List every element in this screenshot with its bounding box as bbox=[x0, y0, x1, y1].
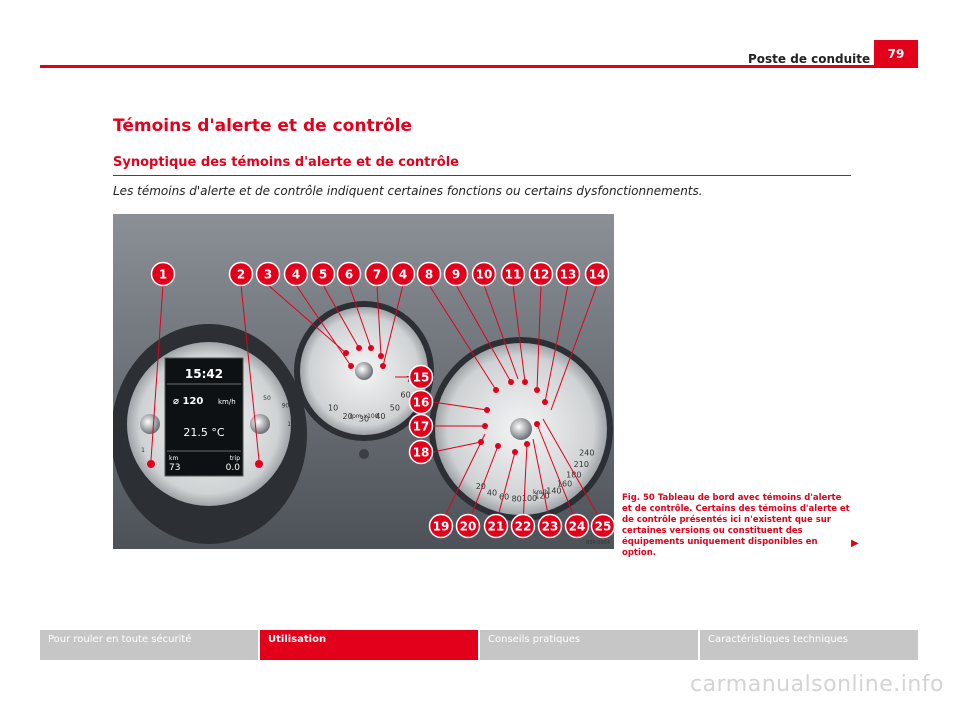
tick-label: 50 bbox=[390, 403, 400, 412]
tick-label: 0 bbox=[123, 439, 127, 446]
callout-9: 9 bbox=[443, 261, 469, 287]
dashboard-figure: 15:42 ⌀ 120 km/h 21.5 °C km 73 trip 0.0 … bbox=[113, 214, 614, 549]
callout-label: 19 bbox=[433, 520, 450, 534]
callout-25: 25 bbox=[590, 513, 614, 539]
callout-16: 16 bbox=[408, 389, 434, 415]
callout-label: 7 bbox=[373, 268, 381, 282]
callout-label: 4 bbox=[292, 268, 300, 282]
callout-5: 5 bbox=[310, 261, 336, 287]
callout-label: 9 bbox=[452, 268, 460, 282]
callout-14: 14 bbox=[584, 261, 610, 287]
tick-label: 1/2 bbox=[113, 421, 122, 428]
lcd-time: 15:42 bbox=[185, 367, 223, 381]
tick-label: 50 bbox=[263, 395, 271, 402]
callout-15: 15 bbox=[408, 364, 434, 390]
callout-24: 24 bbox=[564, 513, 590, 539]
tick-label: 10 bbox=[328, 403, 338, 412]
callout-18: 18 bbox=[408, 439, 434, 465]
callout-label: 18 bbox=[413, 446, 430, 460]
callout-label: 14 bbox=[589, 268, 606, 282]
footer-navigation: Pour rouler en toute sécurité Utilisatio… bbox=[40, 630, 918, 660]
tick-label: 210 bbox=[574, 460, 589, 469]
callout-20: 20 bbox=[455, 513, 481, 539]
callout-12: 12 bbox=[528, 261, 554, 287]
running-header: Poste de conduite bbox=[748, 52, 871, 66]
temp-gauge-hub bbox=[250, 414, 270, 434]
footer-tab-utilisation[interactable]: Utilisation bbox=[260, 630, 480, 660]
subsection-title: Synoptique des témoins d'alerte et de co… bbox=[113, 155, 459, 170]
speedo-hub bbox=[510, 418, 532, 440]
callout-11: 11 bbox=[500, 261, 526, 287]
tick-label: 60 bbox=[401, 391, 411, 400]
continue-arrow-icon: ▶ bbox=[851, 538, 859, 549]
footer-tab-conseils[interactable]: Conseils pratiques bbox=[480, 630, 700, 660]
callout-label: 5 bbox=[319, 268, 327, 282]
callout-8: 8 bbox=[416, 261, 442, 287]
callout-label: 3 bbox=[264, 268, 272, 282]
callout-label: 4 bbox=[399, 268, 407, 282]
subsection-rule bbox=[113, 175, 851, 176]
figure-reference-code: B5P-0654 bbox=[586, 540, 610, 546]
reset-button bbox=[359, 449, 369, 459]
rpm-unit-label: rpm x100 bbox=[349, 413, 378, 420]
callout-label: 11 bbox=[505, 268, 522, 282]
callout-10: 10 bbox=[471, 261, 497, 287]
callout-label: 13 bbox=[560, 268, 577, 282]
callout-label: 12 bbox=[533, 268, 550, 282]
callout-label: 25 bbox=[595, 520, 612, 534]
callout-label: 21 bbox=[488, 520, 505, 534]
lcd-speed-unit: km/h bbox=[218, 398, 236, 406]
callout-label: 22 bbox=[515, 520, 532, 534]
callout-label: 8 bbox=[425, 268, 433, 282]
callout-label: 24 bbox=[569, 520, 586, 534]
lcd-temp: 21.5 °C bbox=[183, 426, 224, 439]
callout-2: 2 bbox=[228, 261, 254, 287]
footer-tab-securite[interactable]: Pour rouler en toute sécurité bbox=[40, 630, 260, 660]
callout-13: 13 bbox=[555, 261, 581, 287]
callout-19: 19 bbox=[428, 513, 454, 539]
rpm-hub bbox=[355, 362, 373, 380]
intro-text: Les témoins d'alerte et de contrôle indi… bbox=[113, 184, 703, 198]
lcd-km-value: 73 bbox=[169, 463, 180, 473]
figure-caption: Fig. 50 Tableau de bord avec témoins d'a… bbox=[622, 493, 850, 558]
tick-label: 240 bbox=[579, 449, 594, 458]
callout-3: 3 bbox=[255, 261, 281, 287]
lcd-km-label: km bbox=[169, 455, 178, 462]
tick-label: 40 bbox=[487, 488, 497, 497]
callout-23: 23 bbox=[537, 513, 563, 539]
callout-label: 15 bbox=[413, 371, 430, 385]
callout-label: 10 bbox=[476, 268, 493, 282]
callout-label: 16 bbox=[413, 396, 430, 410]
tick-label: 1 bbox=[141, 447, 145, 454]
callout-6: 6 bbox=[336, 261, 362, 287]
callout-7: 7 bbox=[364, 261, 390, 287]
callout-1: 1 bbox=[150, 261, 176, 287]
footer-tab-caracteristiques[interactable]: Caractéristiques techniques bbox=[700, 630, 918, 660]
callout-label: 17 bbox=[413, 420, 430, 434]
speed-unit-label: km/h bbox=[533, 489, 548, 496]
callout-4: 4 bbox=[390, 261, 416, 287]
page-number: 79 bbox=[874, 40, 918, 68]
callout-label: 6 bbox=[345, 268, 353, 282]
tick-label: 130 bbox=[287, 421, 299, 428]
watermark: carmanualsonline.info bbox=[690, 672, 944, 697]
callout-4: 4 bbox=[283, 261, 309, 287]
callout-label: 1 bbox=[159, 268, 167, 282]
fuel-gauge-hub bbox=[140, 414, 160, 434]
lcd-speed: ⌀ 120 bbox=[173, 396, 203, 407]
callout-label: 20 bbox=[460, 520, 477, 534]
tick-label: 90 bbox=[282, 403, 290, 410]
callout-label: 23 bbox=[542, 520, 559, 534]
callout-21: 21 bbox=[483, 513, 509, 539]
callout-17: 17 bbox=[408, 413, 434, 439]
callout-22: 22 bbox=[510, 513, 536, 539]
callout-label: 2 bbox=[237, 268, 245, 282]
lcd-trip-value: 0.0 bbox=[226, 463, 241, 473]
section-title: Témoins d'alerte et de contrôle bbox=[113, 116, 412, 136]
lcd-trip-label: trip bbox=[230, 455, 240, 462]
tick-label: 80 bbox=[512, 495, 522, 504]
